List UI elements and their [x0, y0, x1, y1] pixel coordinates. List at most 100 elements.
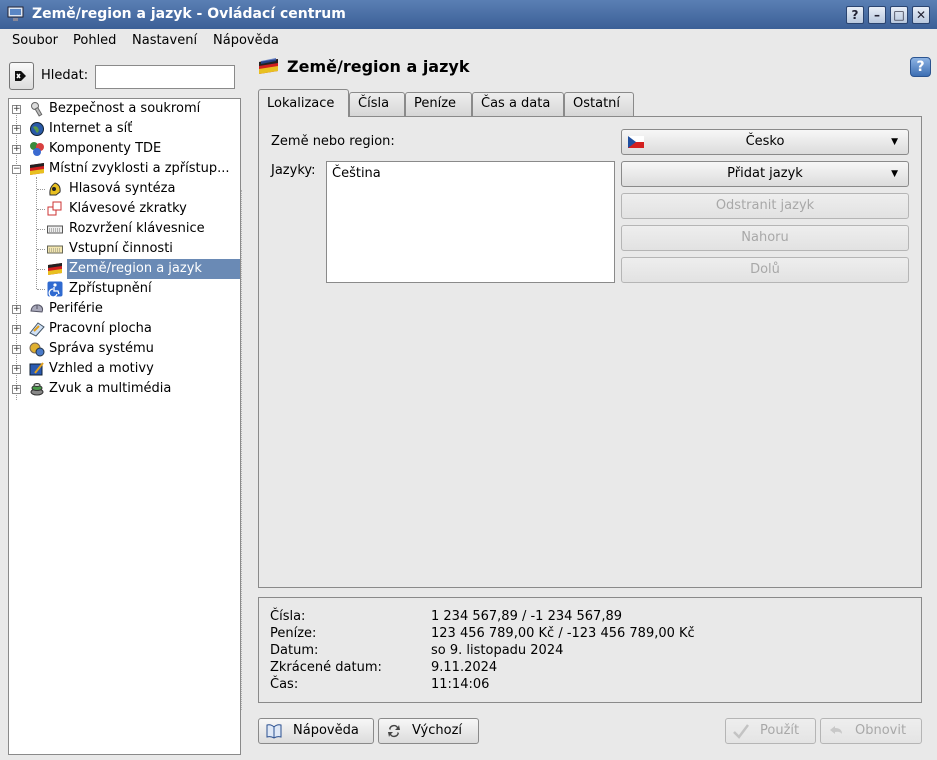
tree-item-pracovni-plocha[interactable]: + Pracovní plocha	[9, 319, 240, 339]
clear-search-icon	[15, 71, 26, 81]
tree-item-klavesove-zkratky[interactable]: Klávesové zkratky	[9, 199, 240, 219]
tree-item-mistni-zvyklosti[interactable]: − Místní zvyklosti a zpřístup...	[9, 159, 240, 179]
languages-label: Jazyky:	[271, 163, 316, 178]
country-value: Česko	[745, 134, 785, 149]
tab-label: Lokalizace	[267, 96, 335, 111]
tab-cas-a-data[interactable]: Čas a data	[472, 92, 564, 116]
maximize-button[interactable]: □	[890, 6, 908, 24]
czech-flag-icon	[628, 136, 644, 148]
tree-item-rozvrzeni-klavesnice[interactable]: Rozvržení klávesnice	[9, 219, 240, 239]
expand-icon[interactable]: +	[12, 305, 21, 314]
country-select[interactable]: Česko ▼	[621, 129, 909, 155]
tree-item-label: Internet a síť	[49, 121, 133, 136]
tree-item-sprava-systemu[interactable]: + Správa systému	[9, 339, 240, 359]
search-label: Hledat:	[41, 68, 89, 83]
context-help-button[interactable]: ?	[846, 6, 864, 24]
tree-branch-line	[37, 269, 45, 270]
languages-list[interactable]: Čeština	[326, 161, 615, 283]
search-input[interactable]	[95, 65, 235, 89]
menu-nastaveni[interactable]: Nastavení	[132, 33, 197, 48]
menu-soubor[interactable]: Soubor	[12, 33, 58, 48]
expand-icon[interactable]: +	[12, 105, 21, 114]
security-icon	[31, 102, 43, 117]
tree-item-label: Bezpečnost a soukromí	[49, 101, 201, 116]
reset-button-label: Obnovit	[855, 723, 907, 738]
dropdown-arrow-icon: ▼	[891, 169, 898, 179]
reset-button[interactable]: Obnovit	[820, 718, 922, 744]
tree-item-periferie[interactable]: + Periférie	[9, 299, 240, 319]
language-item[interactable]: Čeština	[332, 166, 609, 181]
country-flag-icon	[259, 58, 278, 74]
keyboard-icon	[47, 225, 63, 234]
remove-language-button[interactable]: Odstranit jazyk	[621, 193, 909, 219]
preview-value-time: 11:14:06	[431, 677, 490, 692]
checkmark-icon	[733, 724, 749, 739]
tree-item-zvuk-multimedia[interactable]: + Zvuk a multimédia	[9, 379, 240, 399]
desktop-icon	[29, 322, 45, 337]
undo-icon	[830, 726, 842, 734]
expand-icon[interactable]: +	[12, 145, 21, 154]
menu-pohled[interactable]: Pohled	[73, 33, 116, 48]
defaults-button-label: Výchozí	[412, 723, 463, 738]
help-button[interactable]: Nápověda	[258, 718, 374, 744]
tree-item-label: Pracovní plocha	[49, 321, 152, 336]
defaults-button[interactable]: Výchozí	[378, 718, 479, 744]
preview-key-money: Peníze:	[270, 626, 317, 641]
tree-item-label: Klávesové zkratky	[69, 201, 187, 216]
module-title: Země/region a jazyk	[287, 57, 470, 76]
tree-item-vzhled-motivy[interactable]: + Vzhled a motivy	[9, 359, 240, 379]
add-language-button[interactable]: Přidat jazyk ▼	[621, 161, 909, 187]
tree-branch-line	[37, 229, 45, 230]
tree-item-hlasova-synteza[interactable]: Hlasová syntéza	[9, 179, 240, 199]
preview-key-time: Čas:	[270, 677, 299, 692]
expand-icon[interactable]: +	[12, 345, 21, 354]
tree-item-label: Zpřístupnění	[69, 281, 152, 296]
apply-button[interactable]: Použít	[725, 718, 816, 744]
format-preview: Čísla: 1 234 567,89 / -1 234 567,89 Pení…	[258, 597, 922, 703]
expand-icon[interactable]: +	[12, 125, 21, 134]
module-tree[interactable]: + Bezpečnost a soukromí + Internet a síť…	[8, 98, 241, 755]
expand-icon[interactable]: +	[12, 385, 21, 394]
preview-key-short-date: Zkrácené datum:	[270, 660, 382, 675]
tab-ostatni[interactable]: Ostatní	[564, 92, 634, 116]
tab-cisla[interactable]: Čísla	[349, 92, 405, 116]
locale-flag-icon	[30, 163, 44, 175]
tree-item-label: Zvuk a multimédia	[49, 381, 172, 396]
help-book-icon	[266, 724, 282, 739]
tab-label: Peníze	[414, 96, 457, 111]
tree-item-label: Periférie	[49, 301, 103, 316]
module-help-icon[interactable]: ?	[910, 57, 931, 77]
tab-lokalizace[interactable]: Lokalizace	[258, 89, 349, 117]
tree-item-bezpecnost[interactable]: + Bezpečnost a soukromí	[9, 99, 240, 119]
close-button[interactable]: ✕	[912, 6, 930, 24]
panel-splitter[interactable]	[241, 190, 243, 710]
tab-penize[interactable]: Peníze	[405, 92, 472, 116]
tree-item-zpristupneni[interactable]: Zpřístupnění	[9, 279, 240, 299]
tree-item-komponenty[interactable]: + Komponenty TDE	[9, 139, 240, 159]
title-bar[interactable]: Země/region a jazyk - Ovládací centrum ?…	[0, 0, 937, 29]
move-up-button[interactable]: Nahoru	[621, 225, 909, 251]
move-down-button[interactable]: Dolů	[621, 257, 909, 283]
tree-item-label: Hlasová syntéza	[69, 181, 176, 196]
components-icon	[30, 142, 44, 156]
tree-branch-line	[37, 289, 45, 290]
move-up-label: Nahoru	[741, 230, 789, 245]
appearance-icon	[29, 362, 44, 376]
minimize-button[interactable]: –	[868, 6, 886, 24]
collapse-icon[interactable]: −	[12, 165, 21, 174]
tree-item-zeme-region[interactable]: Země/region a jazyk	[9, 259, 240, 279]
tree-item-vstupni-cinnosti[interactable]: Vstupní činnosti	[9, 239, 240, 259]
tree-item-label: Vzhled a motivy	[49, 361, 154, 376]
tab-label: Čas a data	[481, 96, 551, 111]
shortcuts-icon	[47, 201, 62, 216]
menu-napoveda[interactable]: Nápověda	[213, 33, 279, 48]
help-button-label: Nápověda	[293, 723, 359, 738]
expand-icon[interactable]: +	[12, 325, 21, 334]
remove-language-label: Odstranit jazyk	[715, 198, 815, 213]
expand-icon[interactable]: +	[12, 365, 21, 374]
tree-item-internet[interactable]: + Internet a síť	[9, 119, 240, 139]
country-label: Země nebo region:	[271, 134, 395, 149]
input-actions-icon	[47, 245, 63, 254]
clear-search-button[interactable]	[9, 62, 34, 90]
tree-item-label: Vstupní činnosti	[69, 241, 173, 256]
